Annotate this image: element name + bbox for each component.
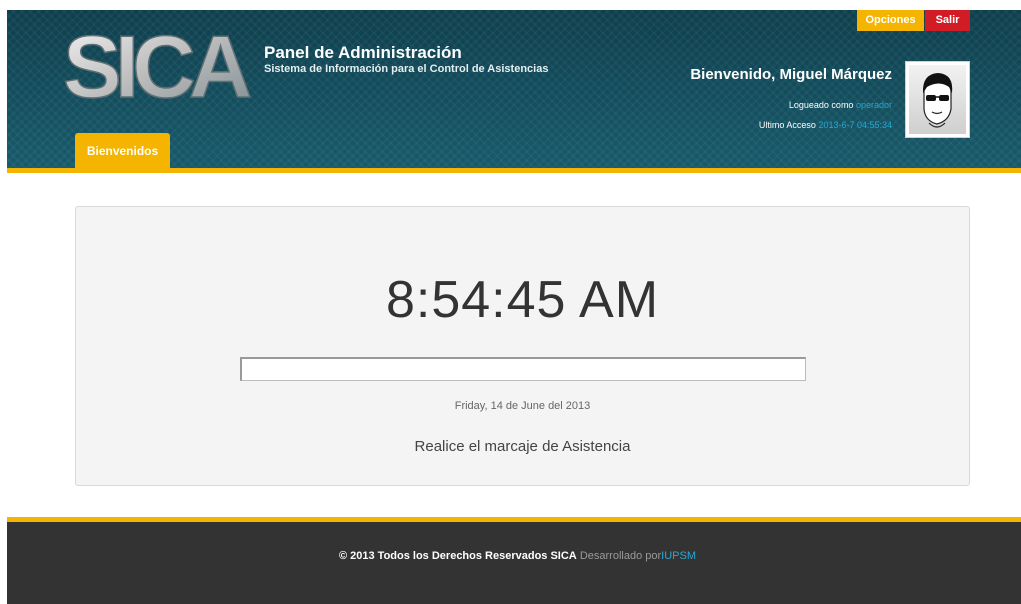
last-access: Ultimo Acceso 2013-6-7 04:55:34 (680, 120, 892, 130)
footer-copyright: © 2013 Todos los Derechos Reservados SIC… (338, 550, 577, 562)
login-status: Logueado como operador (680, 100, 892, 110)
tab-bienvenidos[interactable]: Bienvenidos (75, 133, 170, 168)
attendance-input[interactable] (240, 357, 806, 381)
logout-button[interactable]: Salir (925, 10, 970, 31)
options-button[interactable]: Opciones (857, 10, 924, 31)
footer-text: © 2013 Todos los Derechos Reservados SIC… (0, 550, 1021, 562)
panel-subtitle: Sistema de Información para el Control d… (264, 63, 549, 75)
login-user-link[interactable]: operador (856, 100, 892, 110)
sica-logo: SICA (63, 25, 253, 105)
panel-title: Panel de Administración (264, 43, 462, 62)
access-time: 2013-6-7 04:55:34 (818, 120, 892, 130)
welcome-text: Bienvenido, Miguel Márquez (690, 66, 892, 83)
app-title: Panel de Administración Sistema de Infor… (264, 44, 548, 76)
svg-text:SICA: SICA (63, 25, 251, 105)
login-prefix: Logueado como (788, 100, 854, 110)
avatar[interactable] (905, 61, 970, 138)
date-text: Friday, 14 de June del 2013 (454, 400, 591, 412)
footer-org-link[interactable]: IUPSM (661, 550, 696, 562)
instruction-text: Realice el marcaje de Asistencia (414, 438, 631, 455)
footer-developed-by: Desarrollado por (579, 550, 662, 562)
user-avatar-icon (909, 65, 966, 134)
access-prefix: Ultimo Acceso (758, 120, 816, 130)
footer (7, 522, 1021, 604)
header-accent-line (7, 168, 1021, 173)
clock-display: 8:54:45 AM (385, 271, 660, 329)
